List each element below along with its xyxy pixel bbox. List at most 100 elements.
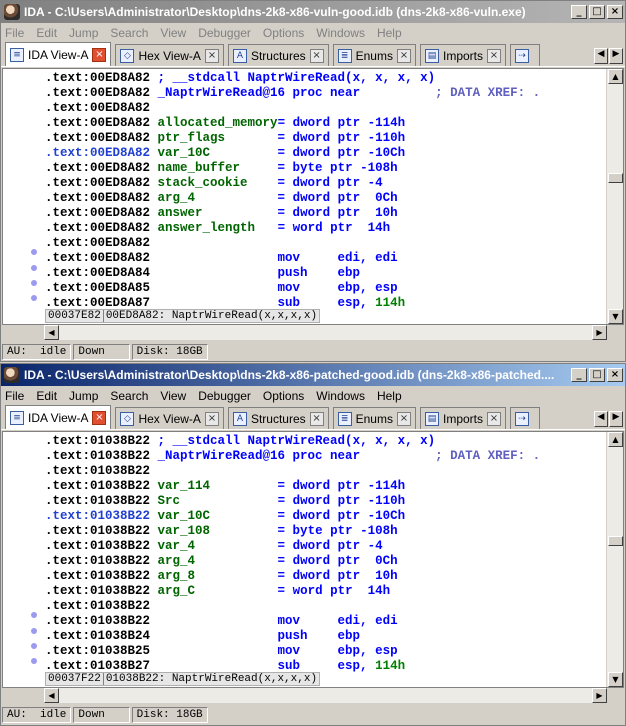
- tab-imports[interactable]: ▤ Imports ×: [419, 407, 506, 429]
- tab-structures[interactable]: A Structures ×: [227, 407, 329, 429]
- menu-debugger[interactable]: Debugger: [198, 389, 251, 403]
- disassembly-line[interactable]: .text:01038B22 arg_4 = dword ptr 0Ch: [45, 554, 605, 569]
- close-icon[interactable]: ×: [92, 410, 107, 425]
- tab-exports[interactable]: ⇢: [510, 44, 540, 66]
- tab-structures[interactable]: A Structures ×: [227, 44, 329, 66]
- scroll-right-icon[interactable]: ▶: [592, 688, 607, 703]
- disassembly-line[interactable]: .text:01038B22 var_10C = dword ptr -10Ch: [45, 509, 605, 524]
- disassembly-line[interactable]: .text:00ED8A82 answer = dword ptr 10h: [45, 206, 605, 221]
- menu-options[interactable]: Options: [263, 26, 304, 40]
- maximize-button[interactable]: □: [589, 368, 605, 382]
- disassembly-view[interactable]: .text:01038B22 ; __stdcall NaptrWireRead…: [2, 431, 624, 688]
- scroll-up-icon[interactable]: ▲: [608, 432, 623, 447]
- title-bar[interactable]: IDA - C:\Users\Administrator\Desktop\dns…: [1, 364, 625, 386]
- disassembly-line[interactable]: .text:01038B22 Src = dword ptr -110h: [45, 494, 605, 509]
- vertical-scrollbar[interactable]: ▲ ▼: [606, 69, 623, 324]
- disassembly-line[interactable]: .text:01038B22 _NaptrWireRead@16 proc ne…: [45, 449, 605, 464]
- close-icon[interactable]: ×: [396, 411, 411, 426]
- tab-enums[interactable]: ≣ Enums ×: [332, 407, 416, 429]
- close-button[interactable]: ×: [607, 368, 623, 382]
- disassembly-view[interactable]: .text:00ED8A82 ; __stdcall NaptrWireRead…: [2, 68, 624, 325]
- scroll-down-icon[interactable]: ▼: [608, 309, 623, 324]
- tab-exports[interactable]: ⇢: [510, 407, 540, 429]
- close-icon[interactable]: ×: [92, 47, 107, 62]
- close-icon[interactable]: ×: [487, 411, 501, 426]
- disassembly-line[interactable]: .text:01038B22 arg_C = word ptr 14h: [45, 584, 605, 599]
- close-icon[interactable]: ×: [309, 48, 324, 63]
- disassembly-line[interactable]: .text:01038B24 push ebp: [45, 629, 605, 644]
- close-icon[interactable]: ×: [204, 411, 219, 426]
- disassembly-line[interactable]: .text:01038B22 ; __stdcall NaptrWireRead…: [45, 434, 605, 449]
- scroll-right-icon[interactable]: ▶: [592, 325, 607, 340]
- menu-windows[interactable]: Windows: [316, 389, 365, 403]
- disassembly-line[interactable]: .text:00ED8A85 mov ebp, esp: [45, 281, 605, 296]
- menu-windows[interactable]: Windows: [316, 26, 365, 40]
- disassembly-line[interactable]: .text:01038B22 arg_8 = dword ptr 10h: [45, 569, 605, 584]
- disassembly-line[interactable]: .text:01038B22 var_114 = dword ptr -114h: [45, 479, 605, 494]
- disassembly-line[interactable]: .text:00ED8A82 ptr_flags = dword ptr -11…: [45, 131, 605, 146]
- minimize-button[interactable]: _: [571, 5, 587, 19]
- disassembly-line[interactable]: .text:00ED8A82: [45, 236, 605, 251]
- tab-ida-view-a[interactable]: ≡ IDA View-A ×: [5, 42, 112, 66]
- menu-edit[interactable]: Edit: [36, 389, 57, 403]
- disassembly-line[interactable]: .text:00ED8A82 stack_cookie = dword ptr …: [45, 176, 605, 191]
- close-icon[interactable]: ×: [396, 48, 411, 63]
- tab-hex-view-a[interactable]: ◇ Hex View-A ×: [115, 407, 224, 429]
- horizontal-scrollbar[interactable]: ◀ ▶: [44, 325, 607, 340]
- disassembly-line[interactable]: .text:01038B25 mov ebp, esp: [45, 644, 605, 659]
- tab-hex-view-a[interactable]: ◇ Hex View-A ×: [115, 44, 224, 66]
- menu-file[interactable]: File: [5, 26, 24, 40]
- tab-scroll-right-icon[interactable]: ▶: [609, 411, 623, 427]
- disassembly-line[interactable]: .text:00ED8A82 mov edi, edi: [45, 251, 605, 266]
- scroll-left-icon[interactable]: ◀: [44, 688, 59, 703]
- menu-view[interactable]: View: [160, 26, 186, 40]
- disassembly-listing[interactable]: .text:00ED8A82 ; __stdcall NaptrWireRead…: [45, 71, 605, 311]
- disassembly-line[interactable]: .text:00ED8A82 arg_4 = dword ptr 0Ch: [45, 191, 605, 206]
- disassembly-line[interactable]: .text:01038B22 var_4 = dword ptr -4: [45, 539, 605, 554]
- disassembly-line[interactable]: .text:01038B22 mov edi, edi: [45, 614, 605, 629]
- tab-imports[interactable]: ▤ Imports ×: [419, 44, 506, 66]
- disassembly-line[interactable]: .text:00ED8A82: [45, 101, 605, 116]
- menu-edit[interactable]: Edit: [36, 26, 57, 40]
- title-bar[interactable]: IDA - C:\Users\Administrator\Desktop\dns…: [1, 1, 625, 23]
- close-icon[interactable]: ×: [309, 411, 324, 426]
- disassembly-line[interactable]: .text:00ED8A82 name_buffer = byte ptr -1…: [45, 161, 605, 176]
- tab-scroll-left-icon[interactable]: ◀: [594, 48, 608, 64]
- disassembly-line[interactable]: .text:00ED8A82 answer_length = word ptr …: [45, 221, 605, 236]
- scroll-up-icon[interactable]: ▲: [608, 69, 623, 84]
- scroll-thumb[interactable]: [608, 536, 623, 546]
- disassembly-listing[interactable]: .text:01038B22 ; __stdcall NaptrWireRead…: [45, 434, 605, 674]
- disassembly-line[interactable]: .text:00ED8A82 allocated_memory = dword p…: [45, 116, 605, 131]
- close-button[interactable]: ×: [607, 5, 623, 19]
- menu-debugger[interactable]: Debugger: [198, 26, 251, 40]
- close-icon[interactable]: ×: [204, 48, 219, 63]
- disassembly-line[interactable]: .text:00ED8A84 push ebp: [45, 266, 605, 281]
- menu-help[interactable]: Help: [377, 26, 402, 40]
- menu-file[interactable]: File: [5, 389, 24, 403]
- menu-search[interactable]: Search: [110, 389, 148, 403]
- disassembly-line[interactable]: .text:01038B22: [45, 599, 605, 614]
- menu-help[interactable]: Help: [377, 389, 402, 403]
- scroll-left-icon[interactable]: ◀: [44, 325, 59, 340]
- disassembly-line[interactable]: .text:00ED8A82 var_10C = dword ptr -10Ch: [45, 146, 605, 161]
- tab-scroll-right-icon[interactable]: ▶: [609, 48, 623, 64]
- disassembly-line[interactable]: .text:00ED8A82 _NaptrWireRead@16 proc ne…: [45, 86, 605, 101]
- disassembly-line[interactable]: .text:01038B22: [45, 464, 605, 479]
- menu-jump[interactable]: Jump: [69, 26, 98, 40]
- close-icon[interactable]: ×: [487, 48, 501, 63]
- menu-jump[interactable]: Jump: [69, 389, 98, 403]
- menu-view[interactable]: View: [160, 389, 186, 403]
- tab-scroll-left-icon[interactable]: ◀: [594, 411, 608, 427]
- menu-search[interactable]: Search: [110, 26, 148, 40]
- vertical-scrollbar[interactable]: ▲ ▼: [606, 432, 623, 687]
- disassembly-line[interactable]: .text:01038B22 var_108 = byte ptr -108h: [45, 524, 605, 539]
- scroll-down-icon[interactable]: ▼: [608, 672, 623, 687]
- minimize-button[interactable]: _: [571, 368, 587, 382]
- menu-options[interactable]: Options: [263, 389, 304, 403]
- maximize-button[interactable]: □: [589, 5, 605, 19]
- horizontal-scrollbar[interactable]: ◀ ▶: [44, 688, 607, 703]
- disassembly-line[interactable]: .text:00ED8A82 ; __stdcall NaptrWireRead…: [45, 71, 605, 86]
- tab-ida-view-a[interactable]: ≡ IDA View-A ×: [5, 405, 112, 429]
- scroll-thumb[interactable]: [608, 173, 623, 183]
- tab-enums[interactable]: ≣ Enums ×: [332, 44, 416, 66]
